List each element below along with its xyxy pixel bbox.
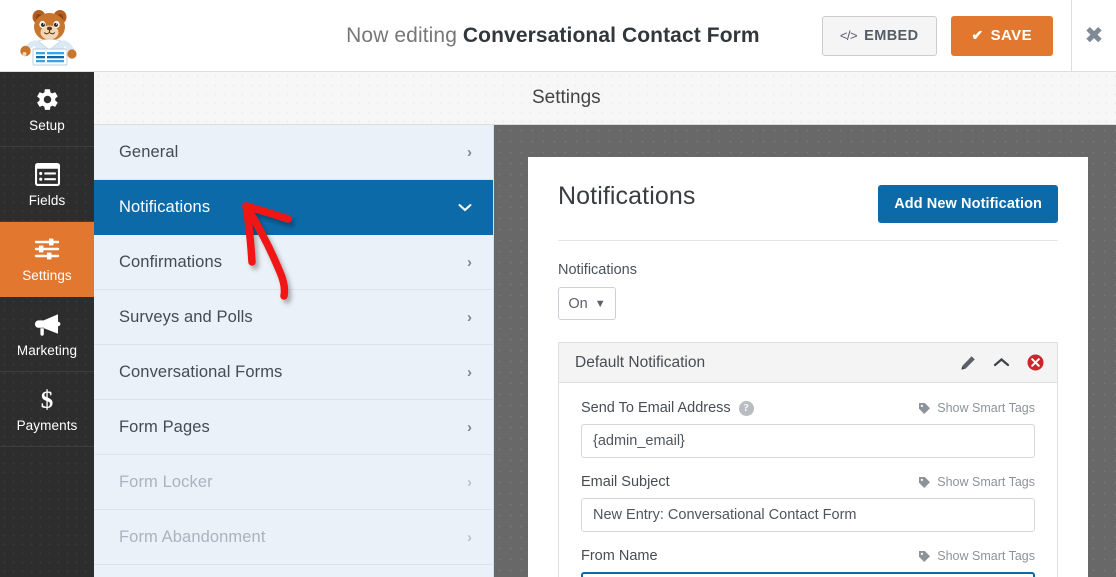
dollar-icon: $ bbox=[38, 385, 56, 413]
menu-item-label: General bbox=[119, 142, 179, 161]
notifications-toggle-value: On bbox=[568, 295, 588, 312]
notification-name: Default Notification bbox=[575, 353, 706, 371]
chevron-right-icon: › bbox=[467, 308, 472, 326]
sidebar-item-marketing[interactable]: Marketing bbox=[0, 297, 94, 372]
chevron-right-icon: › bbox=[467, 363, 472, 381]
smart-tags-label: Show Smart Tags bbox=[937, 475, 1035, 489]
code-icon: </> bbox=[839, 28, 858, 43]
bear-mascot-icon bbox=[20, 9, 77, 65]
notifications-heading: Notifications bbox=[558, 182, 696, 210]
embed-button[interactable]: </> EMBED bbox=[821, 15, 937, 56]
close-icon[interactable]: ✖ bbox=[1072, 0, 1116, 72]
notifications-card: Notifications Add New Notification Notif… bbox=[528, 157, 1088, 577]
wpforms-logo bbox=[0, 0, 94, 72]
editing-prefix: Now editing bbox=[346, 23, 457, 47]
notifications-toggle-label: Notifications bbox=[558, 262, 637, 278]
field-from-name: From Name Show Smart Tags bbox=[581, 548, 1035, 577]
default-notification-body: Send To Email Address ? Show Smart Tags bbox=[559, 383, 1057, 577]
show-smart-tags-link[interactable]: Show Smart Tags bbox=[918, 401, 1035, 415]
sidebar-item-label: Marketing bbox=[16, 343, 78, 358]
field-send-to-email-address: Send To Email Address ? Show Smart Tags bbox=[581, 400, 1035, 458]
settings-menu-item-confirmations[interactable]: Confirmations › bbox=[94, 235, 493, 290]
sidebar-item-fields[interactable]: Fields bbox=[0, 147, 94, 222]
notifications-toggle-block: Notifications On ▼ bbox=[558, 262, 1058, 320]
field-label: Email Subject bbox=[581, 474, 670, 490]
default-notification-header: Default Notification bbox=[559, 343, 1057, 383]
chevron-right-icon: › bbox=[467, 143, 472, 161]
delete-circle-icon[interactable] bbox=[1027, 354, 1044, 371]
chevron-right-icon: › bbox=[467, 528, 472, 546]
top-bar-actions: </> EMBED ✔ SAVE bbox=[821, 15, 1069, 56]
menu-item-label: Form Locker bbox=[119, 472, 213, 491]
sidebar-item-label: Settings bbox=[22, 268, 72, 283]
menu-item-label: Notifications bbox=[119, 197, 211, 216]
settings-menu-item-form-abandonment: Form Abandonment › bbox=[94, 510, 493, 565]
notifications-card-header: Notifications Add New Notification bbox=[558, 182, 1058, 241]
save-button[interactable]: ✔ SAVE bbox=[950, 15, 1053, 56]
settings-content-area: Notifications Add New Notification Notif… bbox=[494, 125, 1116, 577]
chevron-right-icon: › bbox=[467, 418, 472, 436]
chevron-down-icon bbox=[458, 199, 472, 216]
field-email-subject: Email Subject Show Smart Tags bbox=[581, 474, 1035, 532]
menu-item-label: Form Abandonment bbox=[119, 527, 266, 546]
default-notification-panel: Default Notification Send To Email Addre… bbox=[558, 342, 1058, 577]
settings-menu-item-surveys-and-polls[interactable]: Surveys and Polls › bbox=[94, 290, 493, 345]
embed-button-label: EMBED bbox=[864, 27, 919, 44]
sidebar-item-label: Setup bbox=[29, 118, 65, 133]
menu-item-label: Form Pages bbox=[119, 417, 210, 436]
show-smart-tags-link[interactable]: Show Smart Tags bbox=[918, 549, 1035, 563]
gear-icon bbox=[35, 85, 60, 113]
settings-header-bar: Settings bbox=[94, 72, 1116, 125]
form-builder-window: Now editing Conversational Contact Form … bbox=[0, 0, 1116, 577]
top-bar: Now editing Conversational Contact Form … bbox=[0, 0, 1116, 72]
settings-menu-item-conversational-forms[interactable]: Conversational Forms › bbox=[94, 345, 493, 400]
sidebar-item-payments[interactable]: $ Payments bbox=[0, 372, 94, 447]
list-icon bbox=[34, 160, 60, 188]
smart-tags-label: Show Smart Tags bbox=[937, 401, 1035, 415]
menu-item-label: Confirmations bbox=[119, 252, 223, 271]
tag-icon bbox=[919, 550, 931, 562]
settings-menu-item-form-locker: Form Locker › bbox=[94, 455, 493, 510]
smart-tags-label: Show Smart Tags bbox=[937, 549, 1035, 563]
settings-menu-item-notifications[interactable]: Notifications bbox=[94, 180, 493, 235]
notifications-toggle-select[interactable]: On ▼ bbox=[558, 287, 616, 320]
svg-text:$: $ bbox=[41, 387, 54, 412]
sidebar-item-label: Payments bbox=[16, 418, 78, 433]
builder-sidebar: Setup Fields Settings Marketing $ Paymen… bbox=[0, 72, 94, 577]
editing-title: Now editing Conversational Contact Form bbox=[94, 24, 822, 48]
save-button-label: SAVE bbox=[990, 27, 1032, 44]
form-name: Conversational Contact Form bbox=[462, 23, 760, 47]
chevron-right-icon: › bbox=[467, 473, 472, 491]
field-label: Send To Email Address bbox=[581, 400, 731, 416]
field-label: From Name bbox=[581, 548, 658, 564]
notification-header-actions bbox=[960, 354, 1044, 371]
sidebar-item-setup[interactable]: Setup bbox=[0, 72, 94, 147]
menu-item-label: Conversational Forms bbox=[119, 362, 283, 381]
chevron-right-icon: › bbox=[467, 253, 472, 271]
show-smart-tags-link[interactable]: Show Smart Tags bbox=[918, 475, 1035, 489]
chevron-up-icon[interactable] bbox=[993, 357, 1010, 368]
question-icon[interactable]: ? bbox=[738, 400, 754, 416]
check-icon: ✔ bbox=[971, 27, 984, 43]
sidebar-item-settings[interactable]: Settings bbox=[0, 222, 94, 297]
tag-icon bbox=[919, 476, 931, 488]
pencil-icon[interactable] bbox=[960, 355, 976, 371]
chevron-down-icon: ▼ bbox=[594, 297, 606, 310]
menu-item-label: Surveys and Polls bbox=[119, 307, 253, 326]
tag-icon bbox=[919, 402, 931, 414]
page-title: Settings bbox=[532, 87, 601, 108]
add-new-notification-button[interactable]: Add New Notification bbox=[878, 185, 1058, 223]
settings-menu-item-form-pages[interactable]: Form Pages › bbox=[94, 400, 493, 455]
settings-menu-item-general[interactable]: General › bbox=[94, 125, 493, 180]
send-to-email-address-input[interactable] bbox=[581, 424, 1035, 458]
sidebar-item-label: Fields bbox=[28, 193, 66, 208]
from-name-input[interactable] bbox=[581, 572, 1035, 577]
settings-menu: General › Notifications Confirmations › … bbox=[94, 125, 494, 577]
email-subject-input[interactable] bbox=[581, 498, 1035, 532]
megaphone-icon bbox=[34, 310, 61, 338]
sliders-icon bbox=[34, 235, 60, 263]
